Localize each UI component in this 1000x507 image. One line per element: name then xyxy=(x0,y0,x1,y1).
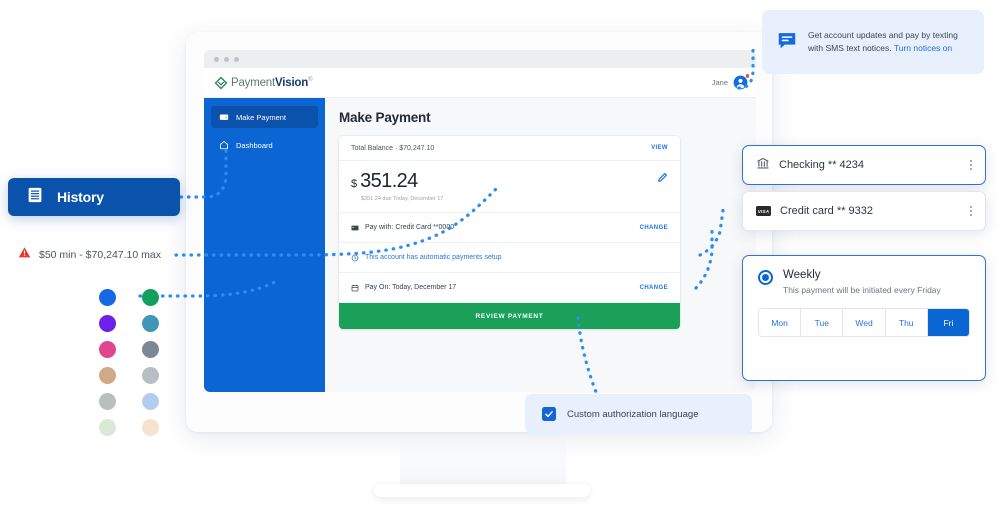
header-right: Jane xyxy=(711,74,749,90)
chat-bubble-icon xyxy=(776,29,798,56)
schedule-callout: Weekly This payment will be initiated ev… xyxy=(742,255,986,381)
logo-wordmark: PaymentVision® xyxy=(231,76,313,89)
account-card-credit[interactable]: VISA Credit card ** 9332 xyxy=(742,191,986,231)
autopay-notice-row: This account has automatic payments setu… xyxy=(339,243,680,273)
minmax-label: $50 min - $70,247.10 max xyxy=(39,249,161,261)
authorization-callout: Custom authorization language xyxy=(525,394,752,434)
browser-window: PaymentVision® Jane Make Payment Dashboa… xyxy=(204,50,756,392)
window-dot-minimize[interactable] xyxy=(224,56,229,62)
kebab-menu-icon[interactable] xyxy=(970,206,972,216)
day-selector: Mon Tue Wed Thu Fri xyxy=(758,308,970,338)
kebab-menu-icon[interactable] xyxy=(970,160,972,170)
warning-triangle-icon xyxy=(18,246,31,264)
sidebar-item-make-payment[interactable]: Make Payment xyxy=(211,106,318,128)
monitor-neck xyxy=(400,432,566,484)
day-option-fri[interactable]: Fri xyxy=(927,309,969,337)
color-swatch[interactable] xyxy=(99,341,116,358)
turn-notices-on-link[interactable]: Turn notices on xyxy=(894,43,952,53)
account-label: Checking ** 4234 xyxy=(779,159,865,171)
authorization-label: Custom authorization language xyxy=(567,408,699,420)
color-swatch[interactable] xyxy=(142,315,159,332)
browser-chrome xyxy=(204,50,756,68)
schedule-title: Weekly xyxy=(783,269,821,281)
history-button[interactable]: History xyxy=(8,178,180,216)
window-dot-maximize[interactable] xyxy=(234,56,239,62)
schedule-subtitle: This payment will be initiated every Fri… xyxy=(783,285,941,295)
color-swatch[interactable] xyxy=(99,367,116,384)
monitor-base xyxy=(374,484,590,497)
sidebar-item-label: Make Payment xyxy=(236,112,287,122)
color-swatch[interactable] xyxy=(99,419,116,436)
color-swatch[interactable] xyxy=(142,289,159,306)
app-header: PaymentVision® Jane xyxy=(204,68,756,98)
color-swatch-grid xyxy=(99,289,172,436)
amount-row: $ 351.24 $351.24 due Today, December 17 xyxy=(339,161,680,213)
app-body: Make Payment Dashboard Make Payment Tota… xyxy=(204,98,756,392)
day-option-thu[interactable]: Thu xyxy=(886,309,928,337)
clock-icon xyxy=(351,254,359,262)
sidebar: Make Payment Dashboard xyxy=(204,98,325,392)
currency-symbol: $ xyxy=(351,178,358,190)
pay-on-label: Pay On: Today, December 17 xyxy=(365,284,457,291)
pencil-icon[interactable] xyxy=(657,170,668,188)
sms-notices-callout: Get account updates and pay by texting w… xyxy=(762,10,984,74)
logo-diamond-icon xyxy=(214,76,228,89)
checkbox-checked-icon[interactable] xyxy=(542,407,556,421)
amount-value: 351.24 xyxy=(360,170,418,192)
calendar-icon xyxy=(351,284,359,292)
color-swatch[interactable] xyxy=(142,367,159,384)
account-label: Credit card ** 9332 xyxy=(780,205,873,217)
day-option-tue[interactable]: Tue xyxy=(801,309,844,337)
bank-icon xyxy=(756,156,770,175)
payment-card-icon xyxy=(219,112,229,122)
payment-amount: $ 351.24 xyxy=(351,170,443,193)
sidebar-item-dashboard[interactable]: Dashboard xyxy=(211,134,318,156)
account-card-checking[interactable]: Checking ** 4234 xyxy=(742,145,986,185)
radio-selected-icon[interactable] xyxy=(758,270,773,285)
history-label: History xyxy=(57,189,104,205)
payment-card: Total Balance · $70,247.10 VIEW $ 351.24… xyxy=(339,136,680,329)
color-swatch[interactable] xyxy=(142,341,159,358)
amount-due-text: $351.24 due Today, December 17 xyxy=(361,196,444,202)
avatar[interactable] xyxy=(733,74,749,90)
history-list-icon xyxy=(26,186,44,209)
visa-card-icon: VISA xyxy=(756,206,771,216)
color-swatch[interactable] xyxy=(99,393,116,410)
user-name: Jane xyxy=(711,78,728,87)
total-balance-row: Total Balance · $70,247.10 VIEW xyxy=(339,136,680,161)
pay-with-label: Pay with: Credit Card **0000 xyxy=(365,224,455,231)
color-swatch[interactable] xyxy=(99,315,116,332)
pay-on-row: Pay On: Today, December 17 CHANGE xyxy=(339,273,680,303)
main-content: Make Payment Total Balance · $70,247.10 … xyxy=(325,98,756,392)
color-swatch[interactable] xyxy=(142,419,159,436)
change-pay-date-link[interactable]: CHANGE xyxy=(640,285,668,291)
sidebar-item-label: Dashboard xyxy=(236,140,273,150)
pay-with-row: Pay with: Credit Card **0000 CHANGE xyxy=(339,213,680,243)
credit-card-icon xyxy=(351,224,359,232)
view-balance-link[interactable]: VIEW xyxy=(651,145,668,151)
window-dot-close[interactable] xyxy=(214,56,219,62)
color-swatch[interactable] xyxy=(142,393,159,410)
day-option-mon[interactable]: Mon xyxy=(759,309,802,337)
page-title: Make Payment xyxy=(339,110,431,125)
total-balance-label: Total Balance · $70,247.10 xyxy=(351,144,435,152)
home-icon xyxy=(219,140,229,150)
autopay-notice-label: This account has automatic payments setu… xyxy=(365,254,502,261)
review-payment-button[interactable]: REVIEW PAYMENT xyxy=(339,303,680,329)
minmax-annotation: $50 min - $70,247.10 max xyxy=(18,246,161,264)
notification-badge xyxy=(745,74,749,78)
color-swatch[interactable] xyxy=(99,289,116,306)
day-option-wed[interactable]: Wed xyxy=(843,309,886,337)
paymentvision-logo[interactable]: PaymentVision® xyxy=(214,76,313,90)
change-pay-method-link[interactable]: CHANGE xyxy=(640,225,668,231)
screenshot-root: PaymentVision® Jane Make Payment Dashboa… xyxy=(0,0,1000,507)
